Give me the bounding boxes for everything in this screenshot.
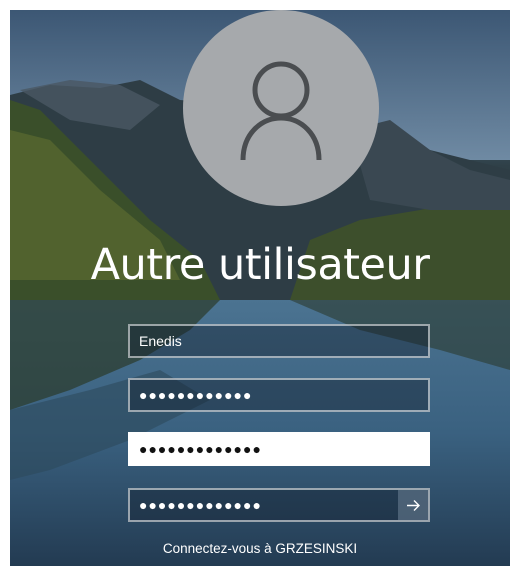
password-dots: ●●●●●●●●●●●● xyxy=(139,387,253,403)
password-field-2[interactable]: ●●●●●●●●●●●●● xyxy=(128,432,430,466)
password-dots: ●●●●●●●●●●●●● xyxy=(139,497,262,513)
password-field-1[interactable]: ●●●●●●●●●●●● xyxy=(128,378,430,412)
login-screen: Autre utilisateur Enedis ●●●●●●●●●●●● ●●… xyxy=(10,10,510,566)
arrow-right-icon xyxy=(406,499,420,511)
user-avatar-icon xyxy=(240,61,322,161)
username-field[interactable]: Enedis xyxy=(128,324,430,358)
password-dots: ●●●●●●●●●●●●● xyxy=(139,441,262,457)
username-value: Enedis xyxy=(139,333,182,349)
user-avatar xyxy=(183,10,379,206)
password-field-3[interactable]: ●●●●●●●●●●●●● xyxy=(128,488,430,522)
page-title: Autre utilisateur xyxy=(90,240,430,290)
submit-button[interactable] xyxy=(398,490,428,520)
connect-to-domain-text: Connectez-vous à GRZESINSKI xyxy=(162,541,358,556)
